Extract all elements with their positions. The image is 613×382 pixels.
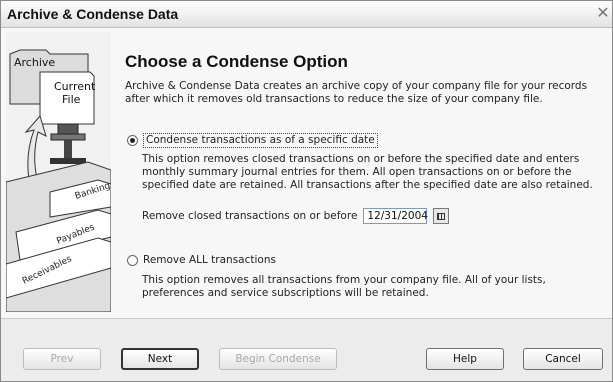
- begin-condense-button[interactable]: Begin Condense: [219, 348, 337, 370]
- condense-by-date-radio[interactable]: [127, 135, 138, 146]
- current-label-2: File: [62, 93, 81, 106]
- date-field-label: Remove closed transactions on or before: [142, 209, 358, 222]
- remove-all-description: This option removes all transactions fro…: [142, 274, 546, 299]
- remove-all-label[interactable]: Remove ALL transactions: [143, 254, 276, 267]
- prev-button[interactable]: Prev: [23, 348, 101, 370]
- option-condense-by-date[interactable]: Condense transactions as of a specific d…: [127, 133, 378, 148]
- current-label-1: Current: [54, 80, 96, 93]
- cancel-button[interactable]: Cancel: [523, 348, 603, 370]
- dialog-title: Archive & Condense Data: [7, 6, 179, 22]
- condense-by-date-description: This option removes closed transactions …: [142, 153, 593, 191]
- page-heading: Choose a Condense Option: [125, 52, 348, 71]
- archive-label: Archive: [14, 56, 55, 69]
- archive-folders-illustration: Archive Current File Banking Payables Re…: [6, 32, 111, 312]
- next-button[interactable]: Next: [121, 348, 199, 370]
- remove-all-radio[interactable]: [127, 255, 138, 266]
- archive-condense-dialog: Archive & Condense Data ✕ Archive Curren…: [0, 0, 613, 382]
- close-icon[interactable]: ✕: [595, 6, 611, 22]
- dialog-content: Archive Current File Banking Payables Re…: [1, 28, 612, 319]
- calendar-icon[interactable]: [433, 208, 450, 224]
- option-remove-all[interactable]: Remove ALL transactions: [127, 254, 276, 267]
- title-bar: Archive & Condense Data ✕: [1, 1, 612, 28]
- remove-before-date-row: Remove closed transactions on or before …: [142, 208, 450, 224]
- date-input[interactable]: 12/31/2004: [363, 208, 428, 224]
- condense-by-date-label[interactable]: Condense transactions as of a specific d…: [143, 133, 378, 148]
- intro-text: Archive & Condense Data creates an archi…: [125, 80, 588, 105]
- help-button[interactable]: Help: [426, 348, 504, 370]
